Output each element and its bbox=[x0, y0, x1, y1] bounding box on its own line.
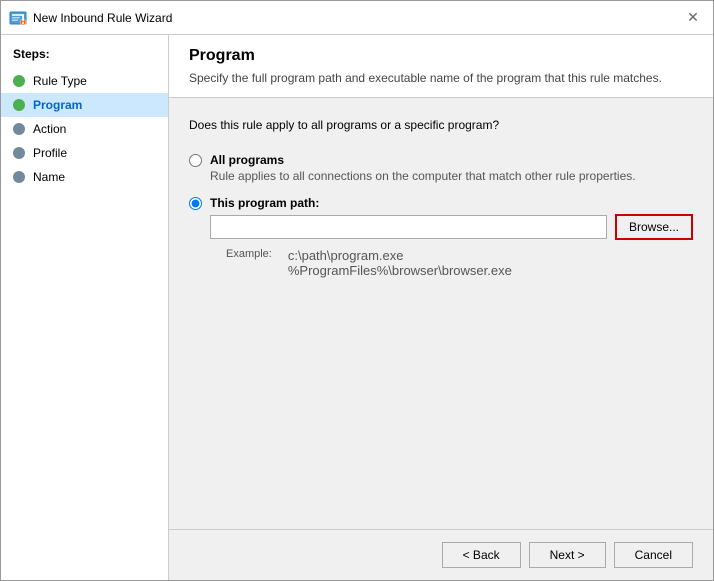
browse-button[interactable]: Browse... bbox=[615, 214, 693, 240]
example-row: Example: c:\path\program.exe %ProgramFil… bbox=[226, 248, 693, 278]
this-program-radio[interactable] bbox=[189, 197, 202, 210]
step-label-program: Program bbox=[33, 98, 82, 112]
panel-title: Program bbox=[189, 47, 693, 65]
radio-group: All programs Rule applies to all connect… bbox=[189, 152, 693, 278]
step-dot-rule-type bbox=[13, 75, 25, 87]
program-path-row: Browse... bbox=[210, 214, 693, 240]
step-dot-name bbox=[13, 171, 25, 183]
all-programs-option[interactable]: All programs Rule applies to all connect… bbox=[189, 152, 693, 183]
question-text: Does this rule apply to all programs or … bbox=[189, 118, 693, 132]
sidebar: Steps: Rule Type Program Action Profile … bbox=[1, 35, 169, 580]
panel-header: Program Specify the full program path an… bbox=[169, 35, 713, 98]
panel-footer: < Back Next > Cancel bbox=[169, 529, 713, 580]
steps-label: Steps: bbox=[1, 47, 168, 69]
program-path-section: Browse... Example: c:\path\program.exe %… bbox=[210, 214, 693, 278]
next-button[interactable]: Next > bbox=[529, 542, 606, 568]
main-panel: Program Specify the full program path an… bbox=[169, 35, 713, 580]
step-label-name: Name bbox=[33, 170, 65, 184]
example-label: Example: bbox=[226, 248, 272, 278]
titlebar-title: New Inbound Rule Wizard bbox=[33, 11, 681, 25]
all-programs-desc: Rule applies to all connections on the c… bbox=[210, 169, 693, 183]
wizard-window: ! New Inbound Rule Wizard ✕ Steps: Rule … bbox=[0, 0, 714, 581]
all-programs-label[interactable]: All programs bbox=[210, 153, 284, 167]
titlebar: ! New Inbound Rule Wizard ✕ bbox=[1, 1, 713, 35]
sidebar-item-name[interactable]: Name bbox=[1, 165, 168, 189]
titlebar-icon: ! bbox=[9, 9, 27, 27]
example-line2: %ProgramFiles%\browser\browser.exe bbox=[288, 263, 512, 278]
step-dot-profile bbox=[13, 147, 25, 159]
panel-body: Does this rule apply to all programs or … bbox=[169, 98, 713, 529]
content-area: Steps: Rule Type Program Action Profile … bbox=[1, 35, 713, 580]
back-button[interactable]: < Back bbox=[442, 542, 521, 568]
this-program-label[interactable]: This program path: bbox=[210, 196, 319, 210]
step-dot-action bbox=[13, 123, 25, 135]
sidebar-item-action[interactable]: Action bbox=[1, 117, 168, 141]
close-button[interactable]: ✕ bbox=[681, 6, 705, 30]
panel-subtitle: Specify the full program path and execut… bbox=[189, 71, 693, 85]
sidebar-item-rule-type[interactable]: Rule Type bbox=[1, 69, 168, 93]
sidebar-item-profile[interactable]: Profile bbox=[1, 141, 168, 165]
step-label-profile: Profile bbox=[33, 146, 67, 160]
step-dot-program bbox=[13, 99, 25, 111]
this-program-content: This program path: Browse... Example: c: bbox=[210, 195, 693, 278]
example-line1: c:\path\program.exe bbox=[288, 248, 512, 263]
program-path-input[interactable] bbox=[210, 215, 607, 239]
sidebar-item-program[interactable]: Program bbox=[1, 93, 168, 117]
this-program-option[interactable]: This program path: Browse... Example: c: bbox=[189, 195, 693, 278]
cancel-button[interactable]: Cancel bbox=[614, 542, 693, 568]
example-values: c:\path\program.exe %ProgramFiles%\brows… bbox=[288, 248, 512, 278]
all-programs-radio[interactable] bbox=[189, 154, 202, 167]
step-label-action: Action bbox=[33, 122, 66, 136]
step-label-rule-type: Rule Type bbox=[33, 74, 87, 88]
svg-text:!: ! bbox=[21, 12, 25, 27]
all-programs-content: All programs Rule applies to all connect… bbox=[210, 152, 693, 183]
